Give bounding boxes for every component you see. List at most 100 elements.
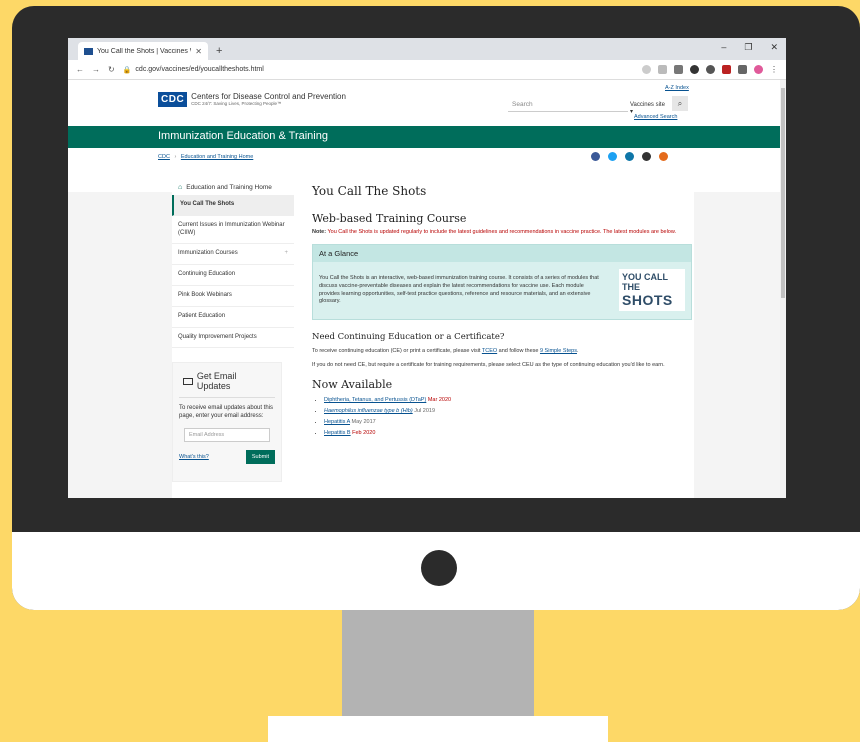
you-call-the-shots-logo: YOU CALL THE SHOTS <box>619 269 685 312</box>
forward-icon[interactable]: → <box>92 65 100 74</box>
scrollbar-thumb[interactable] <box>781 88 785 298</box>
nav-home[interactable]: ⌂ Education and Training Home <box>172 180 294 195</box>
available-modules: Diphtheria, Tetanus, and Pertussis (DTaP… <box>312 397 692 436</box>
extensions: ⋮ <box>642 65 778 74</box>
nav-item-ciiw[interactable]: Current Issues in Immunization Webinar (… <box>172 216 294 245</box>
section-banner: Immunization Education & Training <box>68 126 786 148</box>
linkedin-icon[interactable] <box>625 152 634 161</box>
expand-icon[interactable]: + <box>284 250 288 258</box>
nav-item-immunization-courses[interactable]: Immunization Courses + <box>172 244 294 266</box>
logo-line-2: SHOTS <box>622 292 673 309</box>
menu-icon[interactable]: ⋮ <box>770 65 778 74</box>
now-available-heading: Now Available <box>312 377 393 391</box>
advanced-search-link[interactable]: Advanced Search <box>634 114 677 120</box>
email-updates-title: Get Email Updates <box>196 371 237 391</box>
url-text: cdc.gov/vaccines/ed/youcalltheshots.html <box>135 66 264 73</box>
list-item: Hepatitis B Feb 2020 <box>324 430 692 436</box>
restore-icon[interactable]: ❐ <box>744 42 752 53</box>
back-icon[interactable]: ← <box>76 65 84 74</box>
nav-home-label: Education and Training Home <box>186 184 272 191</box>
module-link[interactable]: Hepatitis B <box>324 430 351 436</box>
nav-item-you-call-the-shots[interactable]: You Call The Shots <box>172 195 294 216</box>
module-link[interactable]: Haemophilus influenzae type b (Hib) <box>324 408 413 414</box>
site-select[interactable]: Vaccines site ▾ <box>628 98 668 115</box>
ce-paragraph: To receive continuing education (CE) or … <box>312 348 692 356</box>
module-link[interactable]: Hepatitis A <box>324 419 350 425</box>
close-tab-icon[interactable]: ✕ <box>195 47 202 56</box>
search-input[interactable]: Search <box>508 98 628 112</box>
star-icon[interactable] <box>658 65 667 74</box>
module-date: May 2017 <box>351 418 376 425</box>
monitor-button <box>421 550 457 586</box>
ce-text: To receive continuing education (CE) or … <box>312 348 482 355</box>
favicon-icon <box>84 47 93 55</box>
social-links <box>591 152 668 161</box>
left-nav: ⌂ Education and Training Home You Call T… <box>172 180 294 349</box>
nav-item-pink-book[interactable]: Pink Book Webinars <box>172 286 294 307</box>
email-updates-box: Get Email Updates To receive email updat… <box>172 362 282 482</box>
breadcrumb-section[interactable]: Education and Training Home <box>181 154 253 160</box>
breadcrumb-cdc[interactable]: CDC <box>158 154 170 160</box>
cdc-logo[interactable]: CDC Centers for Disease Control and Prev… <box>158 92 346 107</box>
nav-item-label: Immunization Courses <box>178 250 238 257</box>
nav-item-quality-improvement[interactable]: Quality Improvement Projects <box>172 328 294 349</box>
whats-this-link[interactable]: What's this? <box>179 454 209 460</box>
email-updates-header: Get Email Updates <box>179 369 275 398</box>
new-tab-icon[interactable]: + <box>216 45 222 57</box>
twitter-icon[interactable] <box>608 152 617 161</box>
syndicate-icon[interactable] <box>659 152 668 161</box>
ce-text: and follow these <box>497 348 540 355</box>
list-item: Diphtheria, Tetanus, and Pertussis (DTaP… <box>324 397 692 403</box>
note-text: You Call the Shots is updated regularly … <box>327 229 677 235</box>
window-controls: – ❐ ✕ <box>721 42 778 53</box>
tab-strip: You Call the Shots | Vaccines Wr ✕ + – ❐… <box>68 38 786 60</box>
tab-title: You Call the Shots | Vaccines Wr <box>97 47 192 55</box>
certificate-paragraph: If you do not need CE, but require a cer… <box>312 362 665 369</box>
page-title: You Call The Shots <box>312 184 427 198</box>
search-button[interactable]: ⌕ <box>672 96 688 111</box>
simple-steps-link[interactable]: 9 Simple Steps <box>540 348 577 354</box>
home-icon: ⌂ <box>178 184 183 191</box>
extension-icon[interactable] <box>690 65 699 74</box>
email-share-icon[interactable] <box>642 152 651 161</box>
module-date: Jul 2019 <box>414 407 435 414</box>
breadcrumb-separator: › <box>174 154 177 160</box>
reload-icon[interactable]: ↻ <box>108 65 115 74</box>
site-header: CDC Centers for Disease Control and Prev… <box>68 80 786 126</box>
update-note: Note: You Call the Shots is updated regu… <box>312 229 692 236</box>
facebook-icon[interactable] <box>591 152 600 161</box>
ce-heading: Need Continuing Education or a Certifica… <box>312 332 505 343</box>
browser-tab[interactable]: You Call the Shots | Vaccines Wr ✕ <box>78 42 208 60</box>
envelope-icon <box>183 377 193 385</box>
monitor-stand <box>342 610 534 716</box>
section-title: Web-based Training Course <box>312 212 467 225</box>
puzzle-icon[interactable] <box>738 65 747 74</box>
note-label: Note: <box>312 229 327 235</box>
extension-icon[interactable] <box>722 65 731 74</box>
minimize-icon[interactable]: – <box>721 42 726 53</box>
at-a-glance-text: You Call the Shots is an interactive, we… <box>319 275 599 305</box>
az-index-link[interactable]: A-Z Index <box>665 85 689 91</box>
at-a-glance-box: At a Glance You Call the Shots is an int… <box>312 244 692 321</box>
extension-icon[interactable] <box>706 65 715 74</box>
scrollbar[interactable] <box>780 80 786 498</box>
monitor-base <box>268 716 608 742</box>
ce-text: . <box>576 348 579 355</box>
email-field[interactable]: Email Address <box>184 428 270 443</box>
zoom-icon[interactable] <box>642 65 651 74</box>
module-link[interactable]: Diphtheria, Tetanus, and Pertussis (DTaP… <box>324 397 426 403</box>
module-date: Mar 2020 <box>427 396 452 403</box>
nav-item-continuing-education[interactable]: Continuing Education <box>172 265 294 286</box>
extension-icon[interactable] <box>674 65 683 74</box>
lock-icon: 🔒 <box>122 66 132 74</box>
url-field[interactable]: 🔒 cdc.gov/vaccines/ed/youcalltheshots.ht… <box>123 66 634 74</box>
main-content: You Call The Shots Web-based Training Co… <box>312 172 692 441</box>
org-tagline: CDC 24/7: Saving Lives, Protecting Peopl… <box>191 101 282 106</box>
tceo-link[interactable]: TCEO <box>482 348 497 354</box>
screen: You Call the Shots | Vaccines Wr ✕ + – ❐… <box>68 38 786 498</box>
submit-button[interactable]: Submit <box>245 450 275 465</box>
search-icon: ⌕ <box>677 99 683 108</box>
nav-item-patient-education[interactable]: Patient Education <box>172 307 294 328</box>
close-icon[interactable]: ✕ <box>770 42 778 53</box>
profile-avatar[interactable] <box>754 65 763 74</box>
